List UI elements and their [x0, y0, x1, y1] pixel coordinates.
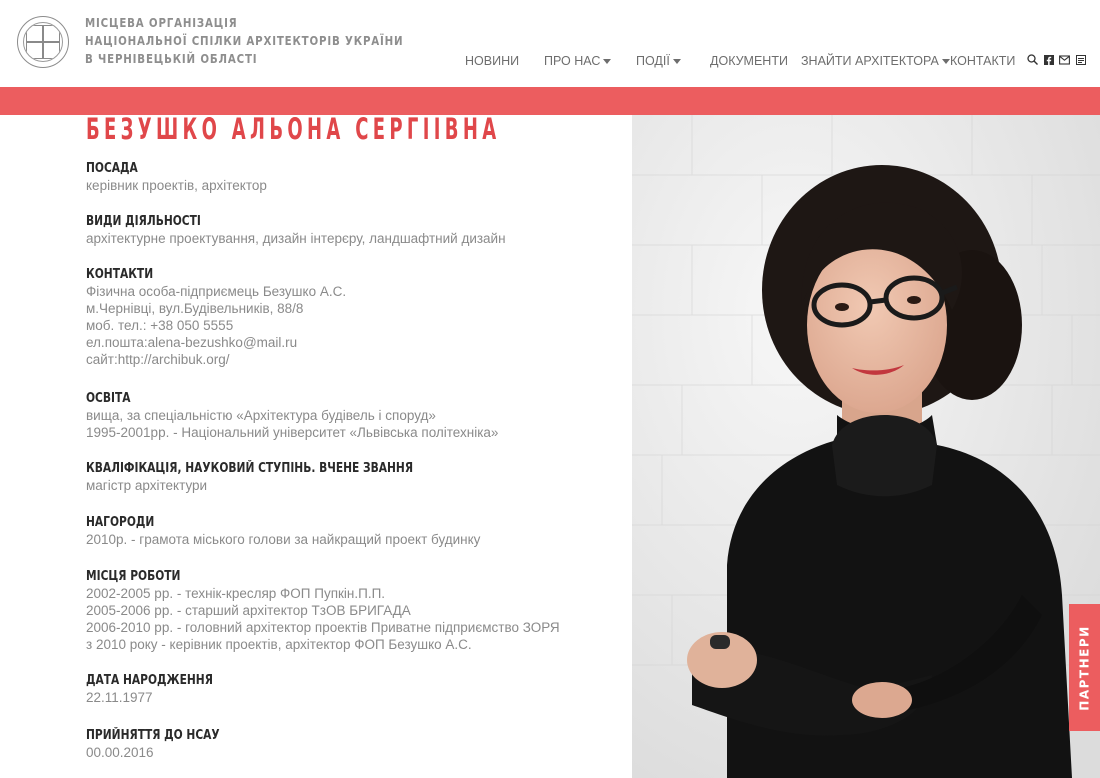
chevron-down-icon: [672, 58, 681, 64]
section-value: архітектурне проектування, дизайн інтерє…: [86, 231, 506, 246]
contact-email[interactable]: ел.пошта:alena-bezushko@mail.ru: [86, 334, 626, 351]
org-name-line-2: НАЦІОНАЛЬНОЇ СПІЛКИ АРХІТЕКТОРІВ УКРАЇНИ: [85, 33, 404, 48]
section-birth-date: ДАТА НАРОДЖЕННЯ 22.11.1977: [86, 672, 626, 706]
section-title: МІСЦЯ РОБОТИ: [86, 569, 181, 584]
section-value: магістр архітектури: [86, 478, 208, 493]
contact-company: Фізична особа-підприємець Безушко А.С.: [86, 284, 347, 299]
section-title: ОСВІТА: [86, 391, 131, 406]
section-qualification: КВАЛІФІКАЦІЯ, НАУКОВИЙ СТУПІНЬ. ВЧЕНЕ ЗВ…: [86, 460, 626, 494]
mail-icon[interactable]: [1059, 54, 1070, 65]
architect-photo: [632, 115, 1100, 778]
work-entry: з 2010 року - керівник проектів, архітек…: [86, 637, 472, 652]
contact-phone: моб. тел.: +38 050 5555: [86, 318, 234, 333]
nav-item-events[interactable]: ПОДІЇ: [636, 54, 681, 68]
section-value: 22.11.1977: [86, 690, 153, 705]
section-value: 00.00.2016: [86, 745, 154, 760]
profile-icon[interactable]: [1075, 54, 1086, 65]
architect-name: БЕЗУШКО АЛЬОНА СЕРГІІВНА: [86, 112, 501, 146]
section-value: 1995-2001рр. - Національний університет …: [86, 425, 499, 440]
nav-label-documents: ДОКУМЕНТИ: [710, 54, 788, 68]
section-title: ПРИЙНЯТТЯ ДО НСАУ: [86, 728, 220, 743]
section-value: 2010р. - грамота міського голови за найк…: [86, 532, 481, 547]
nav-label-events: ПОДІЇ: [636, 54, 670, 68]
nav-item-about[interactable]: ПРО НАС: [544, 54, 612, 68]
work-entry: 2002-2005 рр. - технік-кресляр ФОП Пупкі…: [86, 586, 386, 601]
section-value: керівник проектів, архітектор: [86, 178, 267, 193]
section-title: ДАТА НАРОДЖЕННЯ: [86, 673, 213, 688]
section-value: вища, за спеціальністю «Архітектура буді…: [86, 408, 436, 423]
section-contacts: КОНТАКТИ Фізична особа-підприємець Безуш…: [86, 266, 626, 368]
section-admission: ПРИЙНЯТТЯ ДО НСАУ 00.00.2016: [86, 727, 626, 761]
partners-tab-label: ПАРТНЕРИ: [1077, 624, 1092, 711]
accent-bar: [0, 87, 1100, 115]
section-title: КВАЛІФІКАЦІЯ, НАУКОВИЙ СТУПІНЬ. ВЧЕНЕ ЗВ…: [86, 461, 414, 476]
search-icon[interactable]: [1027, 54, 1038, 65]
section-title: НАГОРОДИ: [86, 515, 155, 530]
nav-item-find-architect[interactable]: ЗНАЙТИ АРХІТЕКТОРА: [801, 54, 950, 68]
contact-website[interactable]: сайт:http://archibuk.org/: [86, 351, 626, 368]
org-name-line-1: МІСЦЕВА ОРГАНІЗАЦІЯ: [85, 15, 238, 30]
section-title: ПОСАДА: [86, 161, 138, 176]
chevron-down-icon: [941, 58, 950, 64]
work-entry: 2006-2010 рр. - головний архітектор прое…: [86, 620, 560, 635]
nav-label-about: ПРО НАС: [544, 54, 601, 68]
section-title: КОНТАКТИ: [86, 267, 154, 282]
facebook-icon[interactable]: [1043, 54, 1054, 65]
section-activities: ВИДИ ДІЯЛЬНОСТІ архітектурне проектуванн…: [86, 213, 626, 247]
chevron-down-icon: [603, 58, 612, 64]
partners-tab[interactable]: ПАРТНЕРИ: [1069, 604, 1100, 731]
site-header: МІСЦЕВА ОРГАНІЗАЦІЯ НАЦІОНАЛЬНОЇ СПІЛКИ …: [0, 0, 1100, 87]
section-position: ПОСАДА керівник проектів, архітектор: [86, 160, 626, 194]
section-awards: НАГОРОДИ 2010р. - грамота міського голов…: [86, 514, 626, 548]
nav-item-documents[interactable]: ДОКУМЕНТИ: [710, 54, 788, 68]
contact-address: м.Чернівці, вул.Будівельників, 88/8: [86, 301, 304, 316]
nav-label-news: НОВИНИ: [465, 54, 520, 68]
section-education: ОСВІТА вища, за спеціальністю «Архітекту…: [86, 390, 626, 441]
header-icons: [1027, 54, 1086, 65]
work-entry: 2005-2006 рр. - старший архітектор ТзОВ …: [86, 603, 411, 618]
nav-label-contacts: КОНТАКТИ: [950, 54, 1016, 68]
nav-item-news[interactable]: НОВИНИ: [465, 54, 519, 68]
nav-item-contacts[interactable]: КОНТАКТИ: [950, 54, 1015, 68]
portrait-illustration: [632, 115, 1100, 778]
main-nav: НОВИНИ ПРО НАС ПОДІЇ ДОКУМЕНТИ ЗНАЙТИ АР…: [0, 54, 1100, 70]
section-work: МІСЦЯ РОБОТИ 2002-2005 рр. - технік-крес…: [86, 568, 626, 653]
section-title: ВИДИ ДІЯЛЬНОСТІ: [86, 214, 201, 229]
nav-label-find-architect: ЗНАЙТИ АРХІТЕКТОРА: [801, 54, 939, 68]
